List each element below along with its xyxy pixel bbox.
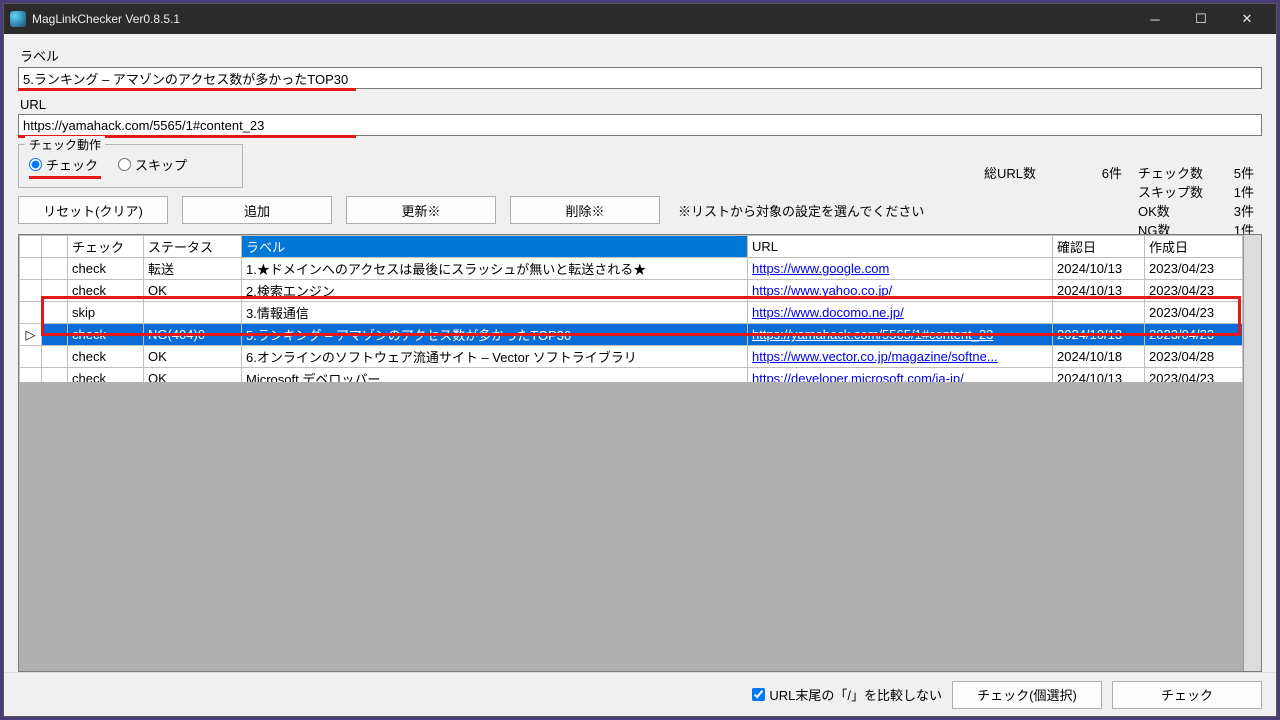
compare-slash-checkbox[interactable]: URL末尾の「/」を比較しない [752,685,942,704]
cell-url[interactable]: https://www.docomo.ne.jp/ [748,302,1053,324]
stat-check-value: 5件 [1218,164,1254,183]
stat-check-label: チェック数 [1138,164,1218,183]
cell-confirm: 2024/10/13 [1053,280,1145,302]
grid-empty-area [19,382,1243,671]
stats-panel: 総URL数 6件 チェック数 スキップ数 OK数 NG数 5件 1件 3件 1件 [984,164,1254,240]
grid-container: チェック ステータス ラベル URL 確認日 作成日 check転送1.★ドメイ… [18,234,1262,672]
content-area: ラベル URL チェック動作 チェック スキップ 総URL数 [4,34,1276,716]
window-title: MagLinkChecker Ver0.8.5.1 [32,12,1132,26]
label-input[interactable] [18,67,1262,89]
table-row[interactable]: checkOK2.検索エンジンhttps://www.yahoo.co.jp/2… [20,280,1243,302]
cell-label: 1.★ドメインへのアクセスは最後にスラッシュが無いと転送される★ [242,258,748,280]
cell-blank [42,346,68,368]
update-button[interactable]: 更新※ [346,196,496,224]
cell-create: 2023/04/23 [1145,258,1243,280]
cell-check: skip [68,302,144,324]
cell-create: 2023/04/23 [1145,302,1243,324]
cell-check: check [68,258,144,280]
table-row[interactable]: skip 3.情報通信https://www.docomo.ne.jp/2023/… [20,302,1243,324]
row-marker [20,258,42,280]
vertical-scrollbar[interactable] [1243,235,1261,671]
stat-ok-label: OK数 [1138,202,1218,221]
cell-blank [42,258,68,280]
cell-check: check [68,346,144,368]
cell-create: 2023/04/23 [1145,324,1243,346]
cell-blank [42,280,68,302]
col-label[interactable]: ラベル [242,236,748,258]
app-window: MagLinkChecker Ver0.8.5.1 ─ ☐ ✕ ラベル URL … [3,3,1277,717]
cell-create: 2023/04/28 [1145,346,1243,368]
radio-skip[interactable]: スキップ [118,155,187,174]
titlebar[interactable]: MagLinkChecker Ver0.8.5.1 ─ ☐ ✕ [4,4,1276,34]
table-row[interactable]: ▷ checkNG(404)05.ランキング – アマゾンのアクセス数が多かったT… [20,324,1243,346]
check-action-group: チェック動作 チェック スキップ [18,144,243,188]
minimize-button[interactable]: ─ [1132,4,1178,34]
cell-confirm [1053,302,1145,324]
cell-label: 3.情報通信 [242,302,748,324]
col-confirm[interactable]: 確認日 [1053,236,1145,258]
row-marker [20,302,42,324]
check-button[interactable]: チェック [1112,681,1262,709]
col-create[interactable]: 作成日 [1145,236,1243,258]
cell-check: check [68,280,144,302]
reset-button[interactable]: リセット(クリア) [18,196,168,224]
row-marker [20,280,42,302]
check-action-legend: チェック動作 [25,136,105,153]
cell-confirm: 2024/10/18 [1053,346,1145,368]
cell-confirm: 2024/10/13 [1053,324,1145,346]
table-row[interactable]: checkOK6.オンラインのソフトウェア流通サイト – Vector ソフトラ… [20,346,1243,368]
label-field-caption: ラベル [20,46,1262,65]
app-icon [10,11,26,27]
annotation-underline [29,176,101,179]
col-rowmarker[interactable] [20,236,42,258]
cell-url[interactable]: https://www.yahoo.co.jp/ [748,280,1053,302]
cell-label: 6.オンラインのソフトウェア流通サイト – Vector ソフトライブラリ [242,346,748,368]
cell-status: 転送 [144,258,242,280]
close-button[interactable]: ✕ [1224,4,1270,34]
header-row: チェック ステータス ラベル URL 確認日 作成日 [20,236,1243,258]
cell-check: check [68,324,144,346]
cell-blank [42,324,68,346]
url-input[interactable] [18,114,1262,136]
cell-status [144,302,242,324]
stat-skip-label: スキップ数 [1138,183,1218,202]
cell-status: OK [144,280,242,302]
footer: URL末尾の「/」を比較しない チェック(個選択) チェック [4,672,1276,716]
cell-confirm: 2024/10/13 [1053,258,1145,280]
row-marker [20,346,42,368]
table-row[interactable]: check転送1.★ドメインへのアクセスは最後にスラッシュが無いと転送される★h… [20,258,1243,280]
cell-create: 2023/04/23 [1145,280,1243,302]
maximize-button[interactable]: ☐ [1178,4,1224,34]
cell-label: 2.検索エンジン [242,280,748,302]
cell-status: NG(404)0 [144,324,242,346]
cell-blank [42,302,68,324]
cell-url[interactable]: https://www.google.com [748,258,1053,280]
delete-button[interactable]: 削除※ [510,196,660,224]
col-url[interactable]: URL [748,236,1053,258]
cell-label: 5.ランキング – アマゾンのアクセス数が多かったTOP30 [242,324,748,346]
button-hint: ※リストから対象の設定を選んでください [678,201,924,220]
col-check[interactable]: チェック [68,236,144,258]
cell-status: OK [144,346,242,368]
data-grid[interactable]: チェック ステータス ラベル URL 確認日 作成日 check転送1.★ドメイ… [19,235,1243,390]
col-blank[interactable] [42,236,68,258]
col-status[interactable]: ステータス [144,236,242,258]
check-selected-button[interactable]: チェック(個選択) [952,681,1102,709]
stat-ok-value: 3件 [1218,202,1254,221]
stat-totalurl-value: 6件 [1086,164,1122,183]
radio-check[interactable]: チェック [29,155,98,174]
annotation-underline [18,88,356,91]
stat-totalurl-label: 総URL数 [984,164,1036,183]
add-button[interactable]: 追加 [182,196,332,224]
cell-url[interactable]: https://yamahack.com/5565/1#content_23 [748,324,1053,346]
stat-skip-value: 1件 [1218,183,1254,202]
cell-url[interactable]: https://www.vector.co.jp/magazine/softne… [748,346,1053,368]
row-marker: ▷ [20,324,42,346]
url-field-caption: URL [20,97,1262,112]
